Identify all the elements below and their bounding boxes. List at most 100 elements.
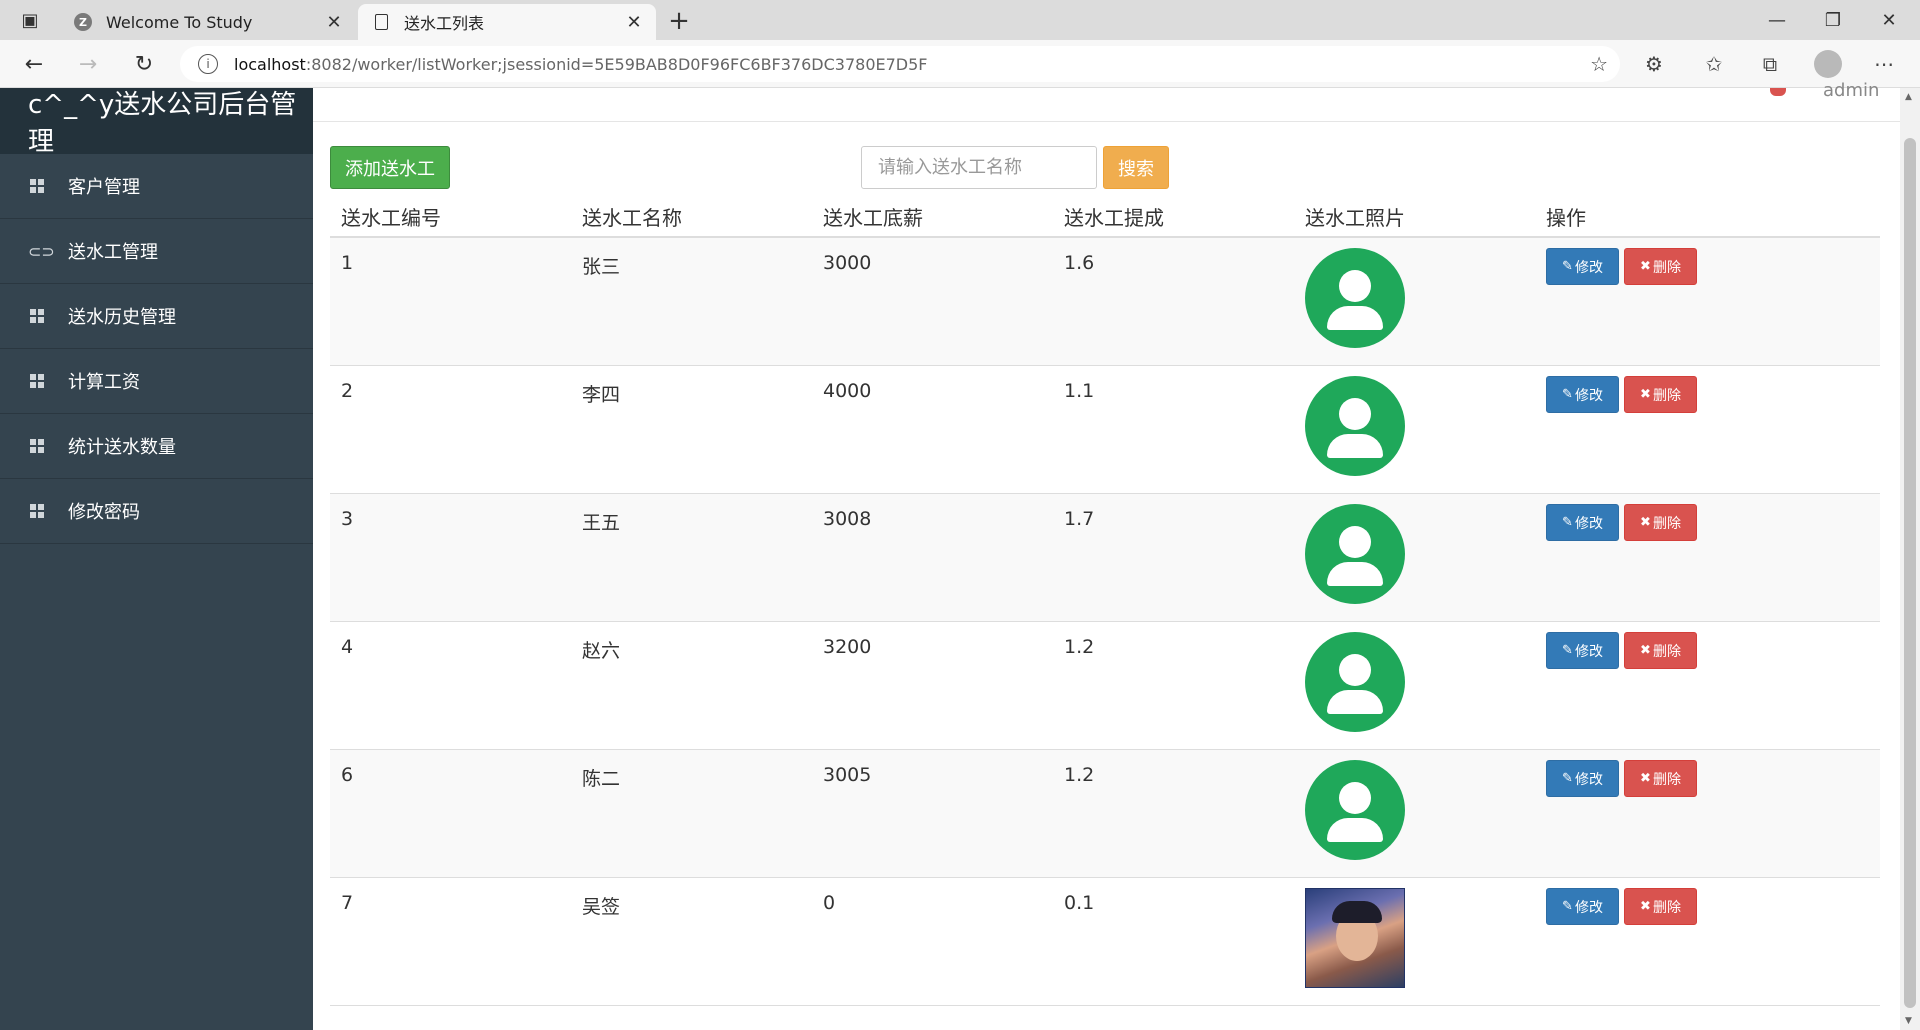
row-actions: ✎ 修改 ✖ 删除 [1535,878,1776,1005]
more-icon[interactable]: ⋯ [1870,52,1898,76]
minimize-icon[interactable]: — [1754,6,1800,34]
user-avatar-icon [1305,376,1405,476]
sidebar-item-statistics[interactable]: 统计送水数量 [0,414,313,479]
worker-portrait-image [1305,888,1405,988]
edit-button[interactable]: ✎ 修改 [1546,760,1619,797]
table-row: 4 赵六 3200 1.2 ✎ 修改 ✖ 删除 [330,622,1880,750]
page-scrollbar[interactable]: ▲ ▼ [1900,88,1920,1030]
delete-icon: ✖ [1640,387,1651,402]
user-avatar-icon [1305,760,1405,860]
grid-icon [30,439,44,453]
worker-commission: 1.6 [1064,252,1095,274]
table-row: 7 吴签 0 0.1 ✎ 修改 ✖ 删除 [330,878,1880,1006]
worker-id: 1 [341,252,354,274]
delete-icon: ✖ [1640,643,1651,658]
sidebar-item-label: 送水历史管理 [68,307,176,328]
column-header: 送水工名称 [582,205,682,230]
delete-button[interactable]: ✖ 删除 [1624,504,1697,541]
scroll-up-icon[interactable]: ▲ [1905,92,1912,102]
scrollbar-thumb[interactable] [1904,138,1916,1008]
worker-photo [1294,366,1535,493]
grid-icon [30,504,44,518]
delete-button[interactable]: ✖ 删除 [1624,248,1697,285]
delete-button[interactable]: ✖ 删除 [1624,888,1697,925]
column-header: 操作 [1546,205,1586,230]
sidebar-item-label: 客户管理 [68,177,140,198]
sidebar-item-history[interactable]: 送水历史管理 [0,284,313,349]
table-row: 1 张三 3000 1.6 ✎ 修改 ✖ 删除 [330,238,1880,366]
worker-table: 送水工编号 送水工名称 送水工底薪 送水工提成 送水工照片 操作 1 张三 30… [330,196,1880,1006]
column-header: 送水工提成 [1064,205,1164,230]
sidebar-item-salary[interactable]: 计算工资 [0,349,313,414]
worker-name: 张三 [582,256,621,278]
sidebar-item-customers[interactable]: 客户管理 [0,154,313,219]
close-tab-icon[interactable]: ✕ [322,12,346,33]
link-icon: ⊂⊃ [28,241,55,261]
back-icon[interactable]: ← [18,50,50,78]
search-input[interactable] [861,146,1097,189]
edit-button[interactable]: ✎ 修改 [1546,248,1619,285]
search-button[interactable]: 搜索 [1103,146,1169,189]
column-header: 送水工编号 [341,205,441,230]
collections-icon[interactable]: ⧉ [1756,52,1784,76]
url-field[interactable]: i localhost:8082/worker/listWorker;jsess… [180,46,1620,82]
worker-salary: 0 [823,892,836,914]
add-favorite-icon[interactable]: ☆ [1590,52,1608,76]
delete-button[interactable]: ✖ 删除 [1624,632,1697,669]
delete-icon: ✖ [1640,515,1651,530]
add-worker-button[interactable]: 添加送水工 [330,146,450,189]
tab-actions-icon[interactable]: ▣ [14,8,46,32]
table-row: 3 王五 3008 1.7 ✎ 修改 ✖ 删除 [330,494,1880,622]
delete-icon: ✖ [1640,771,1651,786]
user-avatar-icon [1305,632,1405,732]
worker-photo [1294,494,1535,621]
sidebar-item-password[interactable]: 修改密码 [0,479,313,544]
edit-icon: ✎ [1562,515,1573,530]
extensions-icon[interactable]: ⚙ [1640,52,1668,76]
favorites-icon[interactable]: ✩ [1700,52,1728,76]
user-name[interactable]: admin [1823,80,1879,101]
worker-id: 3 [341,508,354,530]
worker-name: 陈二 [582,768,621,790]
delete-button[interactable]: ✖ 删除 [1624,376,1697,413]
worker-id: 4 [341,636,354,658]
row-actions: ✎ 修改 ✖ 删除 [1535,622,1776,749]
tab-welcome[interactable]: Z Welcome To Study ✕ [60,4,356,40]
bell-icon[interactable] [1770,88,1786,96]
site-info-icon[interactable]: i [198,54,218,74]
worker-name: 王五 [582,512,621,534]
sidebar-item-label: 统计送水数量 [68,437,176,458]
sidebar-item-label: 送水工管理 [68,242,158,263]
edit-button[interactable]: ✎ 修改 [1546,504,1619,541]
close-tab-icon[interactable]: ✕ [622,12,646,33]
worker-photo [1294,878,1535,1005]
top-header: admin [313,80,1900,122]
edit-icon: ✎ [1562,771,1573,786]
tab-worker-list[interactable]: 送水工列表 ✕ [358,4,656,40]
worker-name: 吴签 [582,896,621,918]
close-window-icon[interactable]: ✕ [1866,6,1912,34]
edit-icon: ✎ [1562,899,1573,914]
delete-button[interactable]: ✖ 删除 [1624,760,1697,797]
grid-icon [30,309,44,323]
worker-name: 赵六 [582,640,621,662]
sidebar-item-workers[interactable]: ⊂⊃ 送水工管理 [0,219,313,284]
scroll-down-icon[interactable]: ▼ [1905,1016,1912,1026]
edit-button[interactable]: ✎ 修改 [1546,376,1619,413]
user-avatar-icon [1305,248,1405,348]
worker-photo [1294,238,1535,365]
restore-icon[interactable]: ❐ [1810,6,1856,34]
new-tab-icon[interactable]: + [664,6,694,36]
reload-icon[interactable]: ↻ [128,50,160,78]
worker-id: 6 [341,764,354,786]
sidebar: c^_^y送水公司后台管理 客户管理 ⊂⊃ 送水工管理 送水历史管理 计算工资 … [0,88,313,1030]
profile-avatar[interactable] [1814,50,1842,78]
worker-id: 2 [341,380,354,402]
forward-icon[interactable]: → [72,50,104,78]
table-row: 2 李四 4000 1.1 ✎ 修改 ✖ 删除 [330,366,1880,494]
edit-button[interactable]: ✎ 修改 [1546,888,1619,925]
edit-button[interactable]: ✎ 修改 [1546,632,1619,669]
worker-commission: 1.2 [1064,764,1095,786]
grid-icon [30,374,44,388]
brand-title: c^_^y送水公司后台管理 [0,88,313,157]
